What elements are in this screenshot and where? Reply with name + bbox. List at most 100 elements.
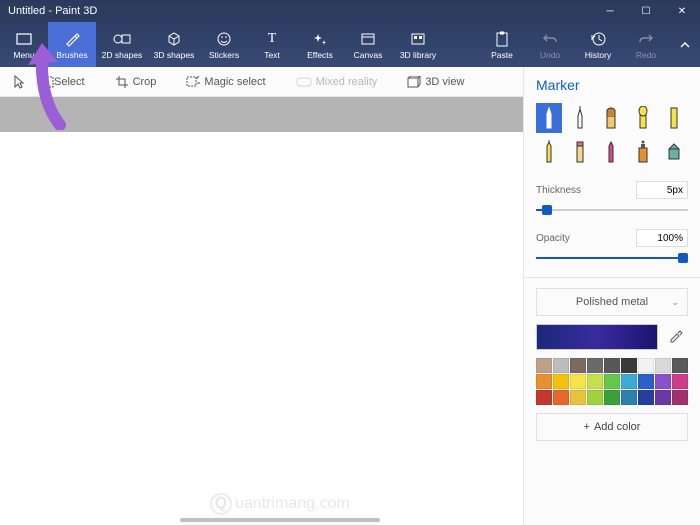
- palette-swatch[interactable]: [638, 358, 654, 373]
- thickness-row: Thickness: [536, 181, 688, 199]
- palette-swatch[interactable]: [604, 390, 620, 405]
- color-palette: [536, 358, 688, 405]
- vr-icon: [296, 77, 312, 87]
- tab-3d-shapes[interactable]: 3D shapes: [148, 22, 200, 67]
- thickness-input[interactable]: [636, 181, 688, 199]
- palette-swatch[interactable]: [672, 374, 688, 389]
- palette-swatch[interactable]: [655, 390, 671, 405]
- cursor-tool[interactable]: [8, 71, 30, 93]
- undo-button[interactable]: Undo: [526, 22, 574, 67]
- canvas-margin: [0, 97, 523, 132]
- tab-2d-shapes[interactable]: 2D shapes: [96, 22, 148, 67]
- palette-swatch[interactable]: [604, 358, 620, 373]
- crop-tool[interactable]: Crop: [109, 72, 163, 92]
- chevron-down-icon: ⌄: [671, 297, 679, 308]
- brush-grid: [536, 103, 688, 167]
- canvas-area[interactable]: [0, 97, 523, 525]
- title-bar: Untitled - Paint 3D ─ ☐ ✕: [0, 0, 700, 22]
- palette-swatch[interactable]: [621, 390, 637, 405]
- opacity-slider[interactable]: [536, 251, 688, 265]
- redo-icon: [637, 30, 655, 48]
- palette-swatch[interactable]: [570, 358, 586, 373]
- brush-watercolor[interactable]: [630, 103, 656, 133]
- palette-swatch[interactable]: [672, 358, 688, 373]
- text-icon: T: [263, 30, 281, 48]
- brush-icon: [63, 30, 81, 48]
- brush-pencil[interactable]: [536, 137, 562, 167]
- window-title: Untitled - Paint 3D: [8, 5, 592, 17]
- palette-swatch[interactable]: [553, 390, 569, 405]
- sticker-icon: [215, 30, 233, 48]
- add-color-button[interactable]: + Add color: [536, 413, 688, 441]
- palette-swatch[interactable]: [621, 374, 637, 389]
- history-button[interactable]: History: [574, 22, 622, 67]
- brush-eraser[interactable]: [567, 137, 593, 167]
- panel-title: Marker: [536, 77, 688, 93]
- paste-button[interactable]: Paste: [478, 22, 526, 67]
- thickness-slider[interactable]: [536, 203, 688, 217]
- palette-swatch[interactable]: [604, 374, 620, 389]
- palette-swatch[interactable]: [638, 374, 654, 389]
- shapes-3d-icon: [165, 30, 183, 48]
- opacity-input[interactable]: [636, 229, 688, 247]
- tab-brushes[interactable]: Brushes: [48, 22, 96, 67]
- palette-swatch[interactable]: [587, 358, 603, 373]
- palette-swatch[interactable]: [621, 358, 637, 373]
- brush-pixel[interactable]: [661, 103, 687, 133]
- brush-fill[interactable]: [661, 137, 687, 167]
- palette-swatch[interactable]: [570, 374, 586, 389]
- palette-swatch[interactable]: [536, 374, 552, 389]
- opacity-row: Opacity: [536, 229, 688, 247]
- history-icon: [589, 30, 607, 48]
- effects-icon: [311, 30, 329, 48]
- tab-canvas[interactable]: Canvas: [344, 22, 392, 67]
- undo-icon: [541, 30, 559, 48]
- tab-text[interactable]: T Text: [248, 22, 296, 67]
- palette-swatch[interactable]: [655, 374, 671, 389]
- brush-crayon[interactable]: [598, 137, 624, 167]
- brush-oil[interactable]: [598, 103, 624, 133]
- mixed-reality-tool: Mixed reality: [290, 73, 384, 91]
- palette-swatch[interactable]: [587, 390, 603, 405]
- 3d-view-tool[interactable]: 3D view: [401, 73, 470, 91]
- select-icon: [40, 76, 54, 88]
- eyedropper-button[interactable]: [664, 325, 688, 349]
- palette-swatch[interactable]: [553, 374, 569, 389]
- palette-swatch[interactable]: [672, 390, 688, 405]
- palette-swatch[interactable]: [536, 358, 552, 373]
- material-dropdown[interactable]: Polished metal ⌄: [536, 288, 688, 316]
- menu-label: Menu: [13, 50, 34, 60]
- canvas-icon: [359, 30, 377, 48]
- plus-icon: +: [584, 421, 590, 433]
- close-button[interactable]: ✕: [664, 0, 700, 22]
- horizontal-scrollbar[interactable]: [180, 518, 380, 522]
- menu-button[interactable]: Menu: [0, 22, 48, 67]
- brush-calligraphy[interactable]: [567, 103, 593, 133]
- brush-marker[interactable]: [536, 103, 562, 133]
- paste-icon: [493, 30, 511, 48]
- tab-stickers[interactable]: Stickers: [200, 22, 248, 67]
- maximize-button[interactable]: ☐: [628, 0, 664, 22]
- ribbon: Menu Brushes 2D shapes 3D shapes Sticker…: [0, 22, 700, 67]
- palette-swatch[interactable]: [587, 374, 603, 389]
- magic-select-tool[interactable]: Magic select: [180, 73, 271, 91]
- palette-swatch[interactable]: [536, 390, 552, 405]
- crop-icon: [115, 75, 129, 89]
- current-color-swatch[interactable]: [536, 324, 658, 350]
- collapse-ribbon[interactable]: [670, 22, 700, 67]
- select-tool[interactable]: Select: [34, 73, 91, 91]
- minimize-button[interactable]: ─: [592, 0, 628, 22]
- tab-effects[interactable]: Effects: [296, 22, 344, 67]
- tab-3d-library[interactable]: 3D library: [392, 22, 444, 67]
- shapes-2d-icon: [113, 30, 131, 48]
- palette-swatch[interactable]: [638, 390, 654, 405]
- view-3d-icon: [407, 76, 421, 88]
- opacity-label: Opacity: [536, 233, 570, 244]
- brush-panel: Marker Thicknes: [523, 67, 700, 525]
- thickness-label: Thickness: [536, 185, 581, 196]
- brush-spray[interactable]: [630, 137, 656, 167]
- redo-button[interactable]: Redo: [622, 22, 670, 67]
- palette-swatch[interactable]: [570, 390, 586, 405]
- palette-swatch[interactable]: [553, 358, 569, 373]
- palette-swatch[interactable]: [655, 358, 671, 373]
